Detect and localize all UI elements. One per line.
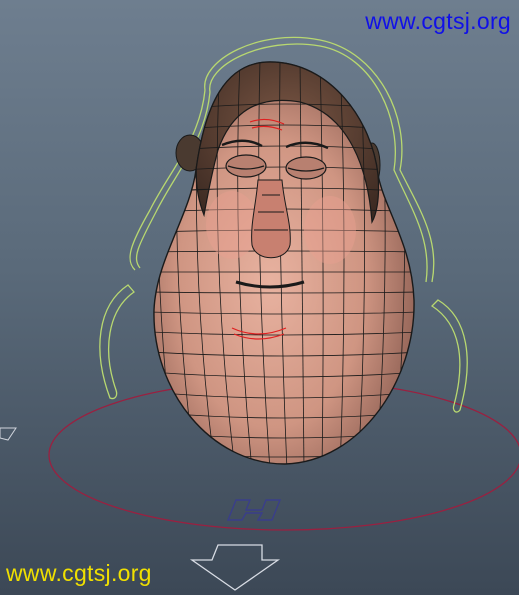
- h-control-icon[interactable]: [226, 499, 282, 521]
- left-cheek: [206, 191, 258, 259]
- right-cheek: [304, 196, 356, 264]
- move-arrow-icon[interactable]: [189, 544, 281, 591]
- left-arrow-fragment: [0, 427, 17, 441]
- 3d-scene[interactable]: [0, 0, 519, 595]
- head-mesh[interactable]: [153, 61, 415, 465]
- watermark-top: www.cgtsj.org: [365, 8, 511, 34]
- watermark-bottom: www.cgtsj.org: [6, 560, 152, 586]
- maya-viewport[interactable]: www.cgtsj.org www.cgtsj.org: [0, 0, 519, 595]
